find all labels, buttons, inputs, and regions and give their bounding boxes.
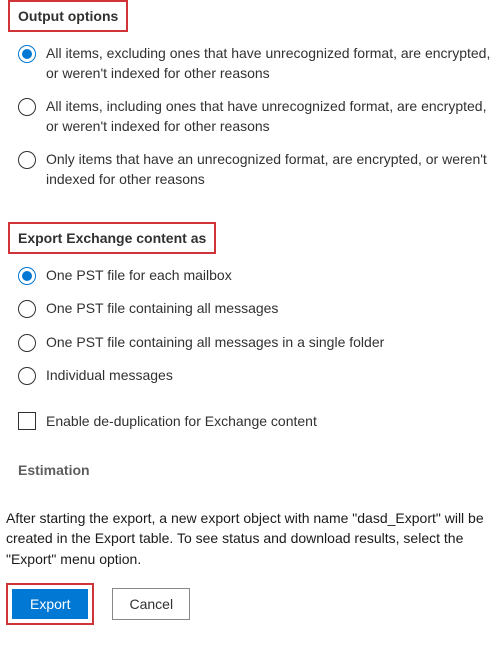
export-as-label: One PST file containing all messages [46, 299, 278, 319]
checkbox-icon [18, 412, 36, 430]
radio-icon [18, 267, 36, 285]
export-as-label: One PST file containing all messages in … [46, 333, 384, 353]
radio-icon [18, 45, 36, 63]
estimation-heading: Estimation [0, 438, 500, 490]
export-info-text-content: After starting the export, a new export … [6, 510, 484, 567]
export-info-text: After starting the export, a new export … [0, 490, 500, 583]
estimation-heading-text: Estimation [18, 462, 90, 478]
export-button[interactable]: Export [12, 589, 88, 619]
cancel-button[interactable]: Cancel [112, 588, 190, 620]
export-as-label: One PST file for each mailbox [46, 266, 232, 286]
output-options-heading-text: Output options [18, 8, 118, 24]
radio-icon [18, 367, 36, 385]
output-option-label: All items, including ones that have unre… [46, 97, 492, 136]
output-option-exclude-unrecognized[interactable]: All items, excluding ones that have unre… [18, 44, 492, 83]
export-as-pst-per-mailbox[interactable]: One PST file for each mailbox [18, 266, 492, 286]
enable-dedup-checkbox[interactable]: Enable de-duplication for Exchange conte… [0, 400, 500, 438]
export-as-single-pst-folder[interactable]: One PST file containing all messages in … [18, 333, 492, 353]
export-as-individual-messages[interactable]: Individual messages [18, 366, 492, 386]
export-as-label: Individual messages [46, 366, 173, 386]
export-exchange-heading-text: Export Exchange content as [18, 230, 206, 246]
export-as-group: One PST file for each mailbox One PST fi… [0, 254, 500, 400]
output-options-group: All items, excluding ones that have unre… [0, 44, 500, 204]
radio-icon [18, 300, 36, 318]
output-option-label: All items, excluding ones that have unre… [46, 44, 492, 83]
radio-icon [18, 334, 36, 352]
radio-icon [18, 151, 36, 169]
export-button-highlight: Export [6, 583, 94, 625]
radio-icon [18, 98, 36, 116]
output-option-label: Only items that have an unrecognized for… [46, 150, 492, 189]
enable-dedup-label: Enable de-duplication for Exchange conte… [46, 413, 317, 429]
export-as-single-pst[interactable]: One PST file containing all messages [18, 299, 492, 319]
output-options-heading: Output options [8, 0, 128, 32]
button-row: Export Cancel [0, 583, 500, 625]
output-option-only-unrecognized[interactable]: Only items that have an unrecognized for… [18, 150, 492, 189]
output-option-include-unrecognized[interactable]: All items, including ones that have unre… [18, 97, 492, 136]
export-exchange-heading: Export Exchange content as [8, 222, 216, 254]
